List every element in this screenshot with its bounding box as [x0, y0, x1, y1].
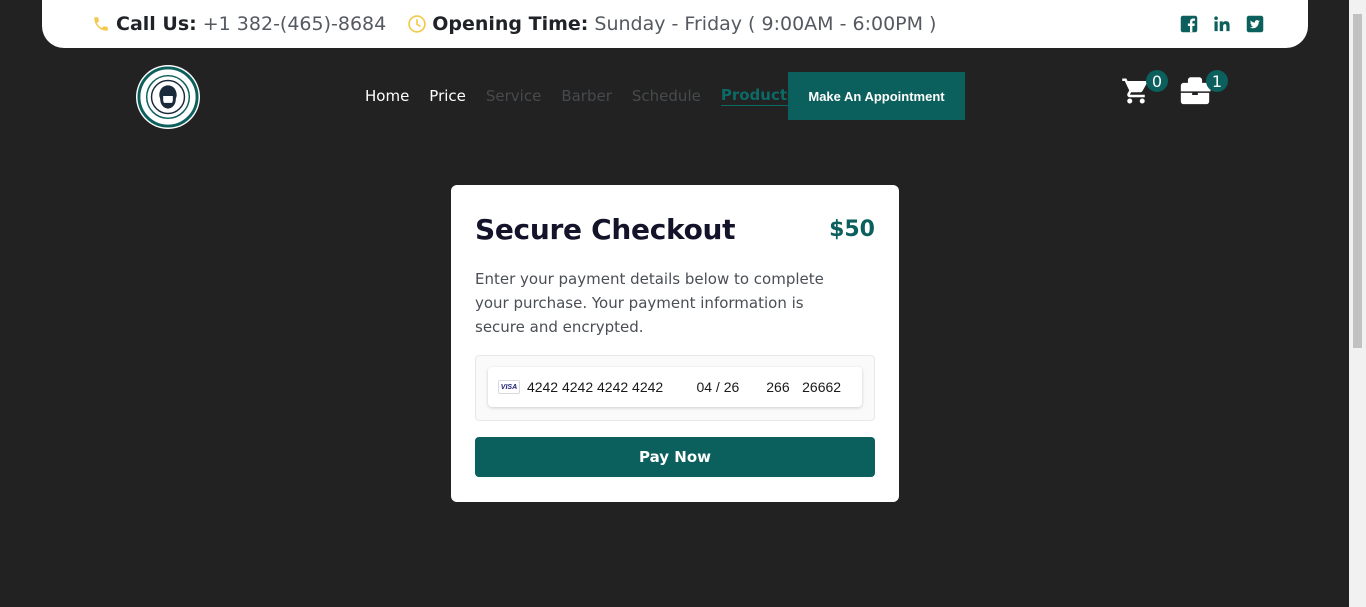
make-appointment-button[interactable]: Make An Appointment: [788, 72, 965, 120]
brand-logo[interactable]: [136, 65, 200, 129]
nav-item-price[interactable]: Price: [429, 87, 466, 105]
card-expiry-input[interactable]: 04 / 26: [696, 379, 766, 395]
nav-item-service[interactable]: Service: [486, 87, 541, 105]
opening-label: Opening Time:: [432, 13, 589, 35]
facebook-icon[interactable]: [1179, 15, 1198, 34]
scrollbar-thumb[interactable]: [1353, 14, 1362, 348]
checkout-title: Secure Checkout: [475, 212, 736, 246]
checkout-card: Secure Checkout $50 Enter your payment d…: [451, 185, 899, 502]
visa-card-icon: VISA: [498, 380, 520, 394]
cart-button[interactable]: 0: [1121, 70, 1171, 112]
card-number-input[interactable]: 4242 4242 4242 4242: [527, 379, 697, 395]
checkout-amount: $50: [829, 216, 875, 242]
pay-now-button[interactable]: Pay Now: [475, 437, 875, 477]
social-links: [1179, 15, 1264, 34]
checkout-header: Secure Checkout $50: [475, 209, 875, 249]
top-info-bar: Call Us: +1 382-(465)-8684 Opening Time:…: [42, 0, 1308, 48]
nav-item-barber[interactable]: Barber: [561, 87, 612, 105]
card-cvc-input[interactable]: 266: [766, 379, 802, 395]
bag-button[interactable]: 1: [1178, 68, 1234, 112]
checkout-description: Enter your payment details below to comp…: [475, 270, 824, 336]
barber-logo-icon: [137, 66, 199, 128]
phone-number[interactable]: +1 382-(465)-8684: [203, 13, 386, 35]
card-zip-input[interactable]: 26662: [802, 379, 852, 395]
call-label: Call Us:: [116, 13, 197, 35]
cart-count-badge: 0: [1146, 70, 1168, 92]
linkedin-icon[interactable]: [1212, 15, 1231, 34]
call-info: Call Us: +1 382-(465)-8684: [88, 11, 386, 37]
bag-count-badge: 1: [1206, 70, 1228, 92]
nav-item-products[interactable]: Products: [720, 86, 796, 106]
card-element[interactable]: VISA 4242 4242 4242 4242 04 / 26 266 266…: [488, 367, 862, 407]
nav-item-home[interactable]: Home: [365, 87, 409, 105]
opening-info: Opening Time: Sunday - Friday ( 9:00AM -…: [404, 11, 936, 37]
main-nav: Home Price Service Barber Schedule Produ…: [355, 72, 806, 120]
page-scrollbar[interactable]: [1349, 0, 1366, 607]
card-element-wrapper: VISA 4242 4242 4242 4242 04 / 26 266 266…: [475, 355, 875, 421]
phone-icon: [88, 11, 114, 37]
nav-item-schedule[interactable]: Schedule: [632, 87, 701, 105]
opening-hours: Sunday - Friday ( 9:00AM - 6:00PM ): [594, 13, 937, 35]
twitter-icon[interactable]: [1245, 15, 1264, 34]
clock-icon: [404, 11, 430, 37]
